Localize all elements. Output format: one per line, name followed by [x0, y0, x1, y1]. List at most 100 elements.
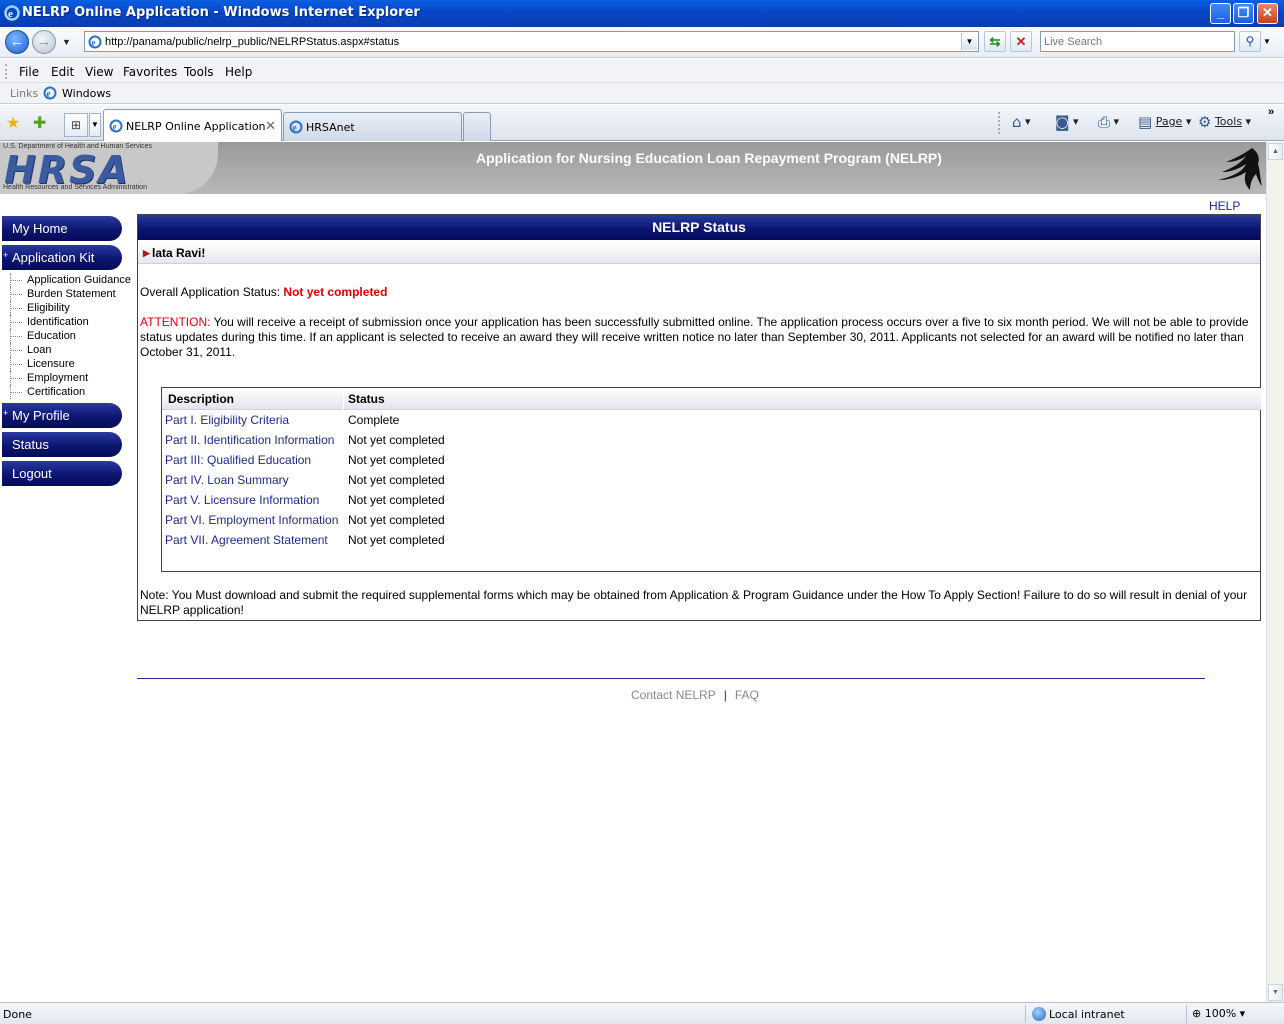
quick-tabs-button[interactable]: ⊞: [64, 113, 88, 137]
windows-link[interactable]: Windows: [62, 87, 111, 100]
hrsa-logo-block[interactable]: U.S. Department of Health and Human Serv…: [0, 142, 218, 194]
page-menu-button[interactable]: ▤ Page ▾: [1138, 113, 1191, 131]
menu-file[interactable]: File: [19, 65, 39, 79]
address-dropdown[interactable]: ▼: [961, 33, 977, 50]
part-ii-link[interactable]: Part II. Identification Information: [165, 430, 334, 450]
footer-separator: |: [723, 688, 727, 702]
zoom-level: 100%: [1204, 1007, 1237, 1020]
svg-text:e: e: [8, 8, 13, 20]
nav-my-home[interactable]: My Home: [2, 216, 122, 241]
nav-my-profile[interactable]: + My Profile: [2, 403, 122, 428]
agency-name: Health Resources and Services Administra…: [3, 184, 147, 191]
toolbar-overflow-chevron[interactable]: »: [1268, 106, 1274, 118]
part-v-link[interactable]: Part V. Licensure Information: [165, 490, 319, 510]
subnav-identification[interactable]: Identification: [2, 315, 134, 329]
nav-logout[interactable]: Logout: [2, 461, 122, 486]
new-tab-button[interactable]: [463, 112, 491, 141]
help-link[interactable]: HELP: [1209, 199, 1240, 213]
application-kit-subnav: Application Guidance Burden Statement El…: [2, 273, 134, 399]
status-panel: NELRP Status ▶ lata Ravi! Overall Applic…: [137, 214, 1261, 621]
attention-text: You will receive a receipt of submission…: [140, 315, 1249, 359]
nav-status[interactable]: Status: [2, 432, 122, 457]
url-input[interactable]: [105, 33, 955, 50]
security-zone[interactable]: Local intranet: [1032, 1007, 1125, 1021]
rss-feed-icon: ◙: [1055, 113, 1070, 131]
address-field[interactable]: e ▼: [84, 31, 979, 52]
vertical-scrollbar[interactable]: ▲ ▼: [1266, 142, 1284, 1002]
scroll-up-button[interactable]: ▲: [1268, 143, 1283, 160]
links-label: Links: [10, 87, 39, 100]
status-divider: [1025, 1005, 1026, 1023]
part-vi-link[interactable]: Part VI. Employment Information: [165, 510, 338, 530]
zoom-level-button[interactable]: ⊕ 100% ▾: [1192, 1007, 1245, 1020]
search-field[interactable]: [1040, 31, 1235, 52]
tab-nelrp-online-application[interactable]: e NELRP Online Application ✕: [103, 109, 282, 141]
attention-message: ATTENTION: You will receive a receipt of…: [140, 315, 1260, 360]
stop-button[interactable]: ✕: [1010, 31, 1032, 52]
menu-favorites[interactable]: Favorites: [123, 65, 177, 79]
row-status: Not yet completed: [348, 533, 445, 547]
status-divider: [1186, 1005, 1187, 1023]
tab-hrsanet[interactable]: e HRSAnet: [283, 112, 462, 141]
refresh-button[interactable]: ⇆: [984, 31, 1006, 52]
favorites-center-icon[interactable]: ★: [6, 113, 20, 133]
printer-icon: ⎙: [1098, 113, 1111, 131]
scroll-down-button[interactable]: ▼: [1268, 984, 1283, 1001]
menu-edit[interactable]: Edit: [51, 65, 74, 79]
forward-arrow-icon: →: [36, 33, 52, 50]
search-options-dropdown[interactable]: ▼: [1263, 37, 1271, 46]
window-title: NELRP Online Application - Windows Inter…: [22, 5, 420, 20]
subnav-employment[interactable]: Employment: [2, 371, 134, 385]
part-vii-link[interactable]: Part VII. Agreement Statement: [165, 530, 328, 550]
contact-nelrp-link[interactable]: Contact NELRP: [631, 688, 716, 702]
part-iii-link[interactable]: Part III: Qualified Education: [165, 450, 311, 470]
part-iv-link[interactable]: Part IV. Loan Summary: [165, 470, 289, 490]
menu-tools[interactable]: Tools: [184, 65, 214, 79]
subnav-certification[interactable]: Certification: [2, 385, 134, 399]
subnav-eligibility[interactable]: Eligibility: [2, 301, 134, 315]
recent-pages-dropdown[interactable]: ▼: [62, 37, 71, 47]
forward-button[interactable]: →: [32, 30, 56, 54]
tools-menu-button[interactable]: ⚙ Tools ▾: [1198, 113, 1251, 131]
links-bar: Links e Windows: [0, 83, 1284, 104]
globe-icon: [1032, 1007, 1046, 1021]
subnav-loan[interactable]: Loan: [2, 343, 134, 357]
menu-view[interactable]: View: [85, 65, 113, 79]
application-title: Application for Nursing Education Loan R…: [476, 150, 942, 166]
left-navigation: My Home + Application Kit Application Gui…: [2, 216, 134, 490]
greeting-bar: ▶ lata Ravi!: [138, 242, 1260, 264]
column-header-status: Status: [348, 392, 385, 406]
gear-icon: ⚙: [1198, 113, 1212, 131]
row-status: Complete: [348, 413, 400, 427]
nav-application-kit[interactable]: + Application Kit: [2, 245, 122, 270]
menu-help[interactable]: Help: [225, 65, 252, 79]
part-i-link[interactable]: Part I. Eligibility Criteria: [165, 410, 289, 430]
close-window-button[interactable]: ✕: [1257, 3, 1278, 24]
window-title-bar[interactable]: e NELRP Online Application - Windows Int…: [0, 0, 1284, 27]
add-to-favorites-icon[interactable]: ✚: [33, 113, 46, 133]
tab-list-dropdown[interactable]: ▼: [89, 113, 101, 137]
windows-link-icon: e: [43, 86, 57, 100]
maximize-button[interactable]: ❐: [1233, 3, 1254, 24]
back-arrow-icon: ←: [9, 33, 25, 50]
print-button[interactable]: ⎙ ▾: [1098, 113, 1119, 131]
site-header: U.S. Department of Health and Human Serv…: [0, 142, 1266, 194]
subnav-burden-statement[interactable]: Burden Statement: [2, 287, 134, 301]
table-row: Part V. Licensure Information Not yet co…: [162, 490, 1261, 510]
close-tab-icon[interactable]: ✕: [265, 118, 276, 134]
subnav-education[interactable]: Education: [2, 329, 134, 343]
home-button[interactable]: ⌂ ▾: [1012, 113, 1031, 131]
subnav-licensure[interactable]: Licensure: [2, 357, 134, 371]
supplemental-forms-note: Note: You Must download and submit the r…: [140, 588, 1248, 617]
search-input[interactable]: [1044, 33, 1229, 50]
faq-link[interactable]: FAQ: [735, 688, 759, 702]
command-bar-grip: [998, 112, 1000, 134]
overall-status: Overall Application Status: Not yet comp…: [140, 285, 387, 299]
row-status: Not yet completed: [348, 453, 445, 467]
minimize-button[interactable]: _: [1210, 3, 1231, 24]
back-button[interactable]: ←: [5, 30, 29, 54]
subnav-application-guidance[interactable]: Application Guidance: [2, 273, 134, 287]
feeds-button[interactable]: ◙ ▾: [1055, 113, 1079, 131]
search-button[interactable]: ⚲: [1239, 31, 1261, 52]
table-row: Part II. Identification Information Not …: [162, 430, 1261, 450]
